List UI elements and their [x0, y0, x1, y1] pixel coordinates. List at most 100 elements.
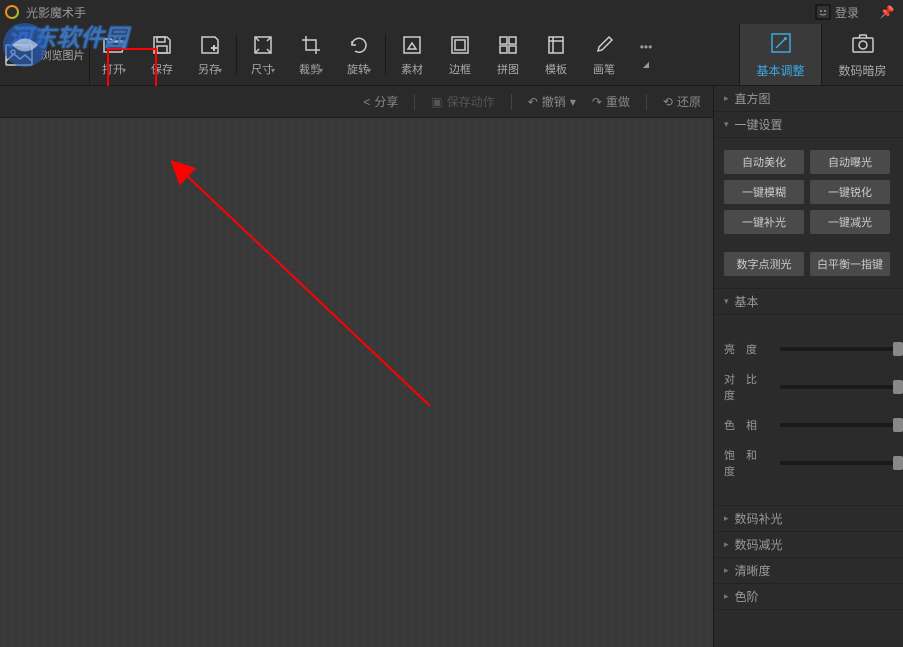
share-icon: <	[363, 95, 370, 109]
separator	[511, 94, 512, 110]
action-subbar: <分享 ▣保存动作 ↶撤销 ▾ ↷重做 ⟲还原	[0, 86, 713, 118]
pin-icon[interactable]: 📌	[875, 5, 899, 19]
chevron-right-icon: ▸	[724, 539, 729, 550]
main-area: <分享 ▣保存动作 ↶撤销 ▾ ↷重做 ⟲还原 ▸直方图 ▾一键设置 自动美化 …	[0, 86, 903, 647]
more-arrow-icon: ◢	[643, 60, 649, 69]
spot-meter-button[interactable]: 数字点测光	[724, 252, 804, 276]
hue-slider[interactable]: 色 相	[724, 417, 903, 433]
border-icon	[450, 33, 470, 57]
rotate-label: 旋转▾	[347, 61, 371, 77]
record-icon: ▣	[431, 95, 442, 109]
white-balance-button[interactable]: 白平衡一指键	[810, 252, 890, 276]
chevron-down-icon: ▾	[724, 296, 729, 307]
tab-darkroom-label: 数码暗房	[838, 62, 886, 79]
open-button[interactable]: 打开▾	[90, 24, 138, 85]
revert-icon: ⟲	[663, 95, 673, 109]
panel-basic-body: 亮 度 对 比 度 色 相 饱 和 度	[714, 315, 903, 506]
tab-basic-adjust[interactable]: 基本调整	[739, 24, 821, 85]
crop-icon	[301, 33, 321, 57]
camera-icon	[851, 31, 875, 58]
image-icon	[5, 43, 33, 67]
template-button[interactable]: 模板	[532, 24, 580, 85]
main-toolbar: 浏览图片 打开▾ 保存 另存▾ 尺寸▾ 裁剪▾ 旋转▾ 素材 边框 拼图 模板	[0, 24, 903, 86]
login-avatar-icon[interactable]	[815, 4, 831, 20]
rotate-icon	[349, 33, 369, 57]
panel-onekey[interactable]: ▾一键设置	[714, 112, 903, 138]
brush-label: 画笔	[593, 61, 615, 77]
right-sidebar: ▸直方图 ▾一键设置 自动美化 自动曝光 一键模糊 一键锐化 一键补光 一键减光…	[713, 86, 903, 647]
hue-label: 色 相	[724, 417, 772, 433]
revert-button[interactable]: ⟲还原	[663, 93, 701, 110]
share-button[interactable]: <分享	[363, 93, 398, 110]
browse-label: 浏览图片	[41, 47, 85, 63]
save-button[interactable]: 保存	[138, 24, 186, 85]
toolbar-separator	[385, 34, 386, 75]
material-label: 素材	[401, 61, 423, 77]
darken-button[interactable]: 一键减光	[810, 210, 890, 234]
redo-icon: ↷	[592, 95, 602, 109]
collage-icon	[498, 33, 518, 57]
chevron-right-icon: ▸	[724, 591, 729, 602]
save-label: 保存	[151, 61, 173, 77]
collage-label: 拼图	[497, 61, 519, 77]
sharpen-button[interactable]: 一键锐化	[810, 180, 890, 204]
material-icon	[402, 33, 422, 57]
brightness-label: 亮 度	[724, 341, 772, 357]
panel-fill-light[interactable]: ▸数码补光	[714, 506, 903, 532]
canvas-area[interactable]: <分享 ▣保存动作 ↶撤销 ▾ ↷重做 ⟲还原	[0, 86, 713, 647]
saveas-icon	[200, 33, 220, 57]
redo-button[interactable]: ↷重做	[592, 93, 630, 110]
contrast-slider[interactable]: 对 比 度	[724, 371, 903, 403]
separator	[414, 94, 415, 110]
auto-beautify-button[interactable]: 自动美化	[724, 150, 804, 174]
chevron-down-icon: ▾	[724, 119, 729, 130]
rotate-button[interactable]: 旋转▾	[335, 24, 383, 85]
panel-clarity[interactable]: ▸清晰度	[714, 558, 903, 584]
panel-levels[interactable]: ▸色阶	[714, 584, 903, 610]
chevron-right-icon: ▸	[724, 565, 729, 576]
blur-button[interactable]: 一键模糊	[724, 180, 804, 204]
save-icon	[152, 33, 172, 57]
more-dots-icon: •••	[640, 40, 653, 54]
annotation-arrow	[0, 86, 713, 647]
chevron-right-icon: ▸	[724, 93, 729, 104]
contrast-label: 对 比 度	[724, 371, 772, 403]
template-label: 模板	[545, 61, 567, 77]
save-action-button[interactable]: ▣保存动作	[431, 93, 494, 110]
chevron-right-icon: ▸	[724, 513, 729, 524]
brightness-slider[interactable]: 亮 度	[724, 341, 903, 357]
titlebar: 光影魔术手 登录 📌	[0, 0, 903, 24]
auto-exposure-button[interactable]: 自动曝光	[810, 150, 890, 174]
more-button[interactable]: ••• ◢	[628, 24, 664, 85]
crop-button[interactable]: 裁剪▾	[287, 24, 335, 85]
panel-darken[interactable]: ▸数码减光	[714, 532, 903, 558]
collage-button[interactable]: 拼图	[484, 24, 532, 85]
material-button[interactable]: 素材	[388, 24, 436, 85]
adjust-icon	[769, 31, 793, 58]
open-label: 打开▾	[102, 61, 126, 77]
resize-icon	[253, 33, 273, 57]
panel-basic[interactable]: ▾基本	[714, 289, 903, 315]
border-label: 边框	[449, 61, 471, 77]
separator	[646, 94, 647, 110]
saturation-label: 饱 和 度	[724, 447, 772, 479]
saveas-button[interactable]: 另存▾	[186, 24, 234, 85]
size-label: 尺寸▾	[251, 61, 275, 77]
tab-basic-label: 基本调整	[756, 62, 804, 79]
brush-icon	[594, 33, 614, 57]
folder-open-icon	[103, 33, 125, 57]
app-icon	[4, 4, 20, 20]
tab-darkroom[interactable]: 数码暗房	[821, 24, 903, 85]
border-button[interactable]: 边框	[436, 24, 484, 85]
fill-light-button[interactable]: 一键补光	[724, 210, 804, 234]
crop-label: 裁剪▾	[299, 61, 323, 77]
login-button[interactable]: 登录	[835, 4, 859, 21]
browse-images-button[interactable]: 浏览图片	[0, 24, 90, 85]
brush-button[interactable]: 画笔	[580, 24, 628, 85]
panel-histogram[interactable]: ▸直方图	[714, 86, 903, 112]
undo-button[interactable]: ↶撤销 ▾	[528, 93, 576, 110]
saturation-slider[interactable]: 饱 和 度	[724, 447, 903, 479]
chevron-down-icon: ▾	[570, 95, 576, 109]
size-button[interactable]: 尺寸▾	[239, 24, 287, 85]
saveas-label: 另存▾	[198, 61, 222, 77]
